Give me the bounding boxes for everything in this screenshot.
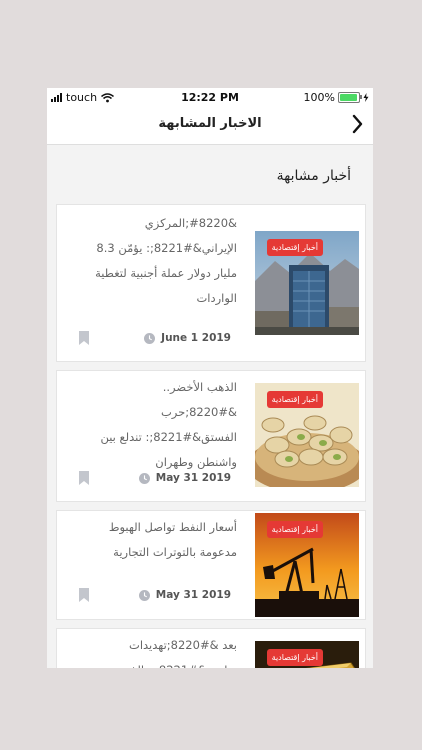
chevron-right-icon[interactable] [349, 113, 365, 135]
page-title: الاخبار المشابهة [158, 116, 262, 131]
status-bar: touch 12:22 PM 100% [47, 88, 373, 106]
clock-icon [138, 472, 150, 484]
news-date: May 31 2019 [155, 589, 231, 601]
news-headline[interactable]: بعد &#8220;تهديدات ترامب&#8221;.. الذهب … [85, 633, 237, 668]
news-thumbnail: أخبار إقتصادية [255, 383, 359, 487]
news-date: June 1 2019 [161, 332, 231, 344]
news-date-row: June 1 2019 [144, 332, 231, 344]
bookmark-icon[interactable] [79, 588, 89, 602]
category-badge: أخبار إقتصادية [266, 391, 323, 408]
news-date-row: May 31 2019 [138, 472, 231, 484]
news-card[interactable]: أخبار إقتصادية بعد &#8220;تهديدات ترامب&… [56, 628, 366, 668]
navigation-bar: الاخبار المشابهة [47, 106, 373, 145]
news-headline[interactable]: &#8220;المركزي الإيراني&#8221;: يؤمّن 8.… [85, 211, 237, 311]
news-card[interactable]: أخبار إقتصادية &#8220;المركزي الإيراني&#… [56, 204, 366, 362]
news-card[interactable]: أخبار إقتصادية أسعار النفط تواصل الهبوط … [56, 510, 366, 620]
section-title: أخبار مشابهة [276, 168, 351, 184]
battery-percentage: 100% [303, 91, 335, 104]
charging-bolt-icon [363, 93, 369, 102]
news-card[interactable]: أخبار إقتصادية الذهب الأخضر.. &#8220;حرب… [56, 370, 366, 502]
news-thumbnail: أخبار إقتصادية [255, 513, 359, 617]
category-badge: أخبار إقتصادية [266, 239, 323, 256]
bookmark-icon[interactable] [79, 471, 89, 485]
clock-icon [144, 332, 156, 344]
category-badge: أخبار إقتصادية [266, 521, 323, 538]
news-date: May 31 2019 [155, 472, 231, 484]
category-badge: أخبار إقتصادية [266, 649, 323, 666]
phone-screen: touch 12:22 PM 100% الاخبار المشابهة أخب… [47, 88, 373, 668]
battery-icon [338, 92, 362, 103]
battery-indicator: 100% [304, 91, 369, 104]
news-thumbnail: أخبار إقتصادية [255, 231, 359, 335]
news-thumbnail: أخبار إقتصادية [255, 641, 359, 668]
news-date-row: May 31 2019 [138, 589, 231, 601]
news-headline[interactable]: الذهب الأخضر.. &#8220;حرب الفستق&#8221;:… [85, 375, 237, 475]
news-headline[interactable]: أسعار النفط تواصل الهبوط مدعومة بالتوترا… [85, 515, 237, 565]
clock-icon [138, 589, 150, 601]
bookmark-icon[interactable] [79, 331, 89, 345]
